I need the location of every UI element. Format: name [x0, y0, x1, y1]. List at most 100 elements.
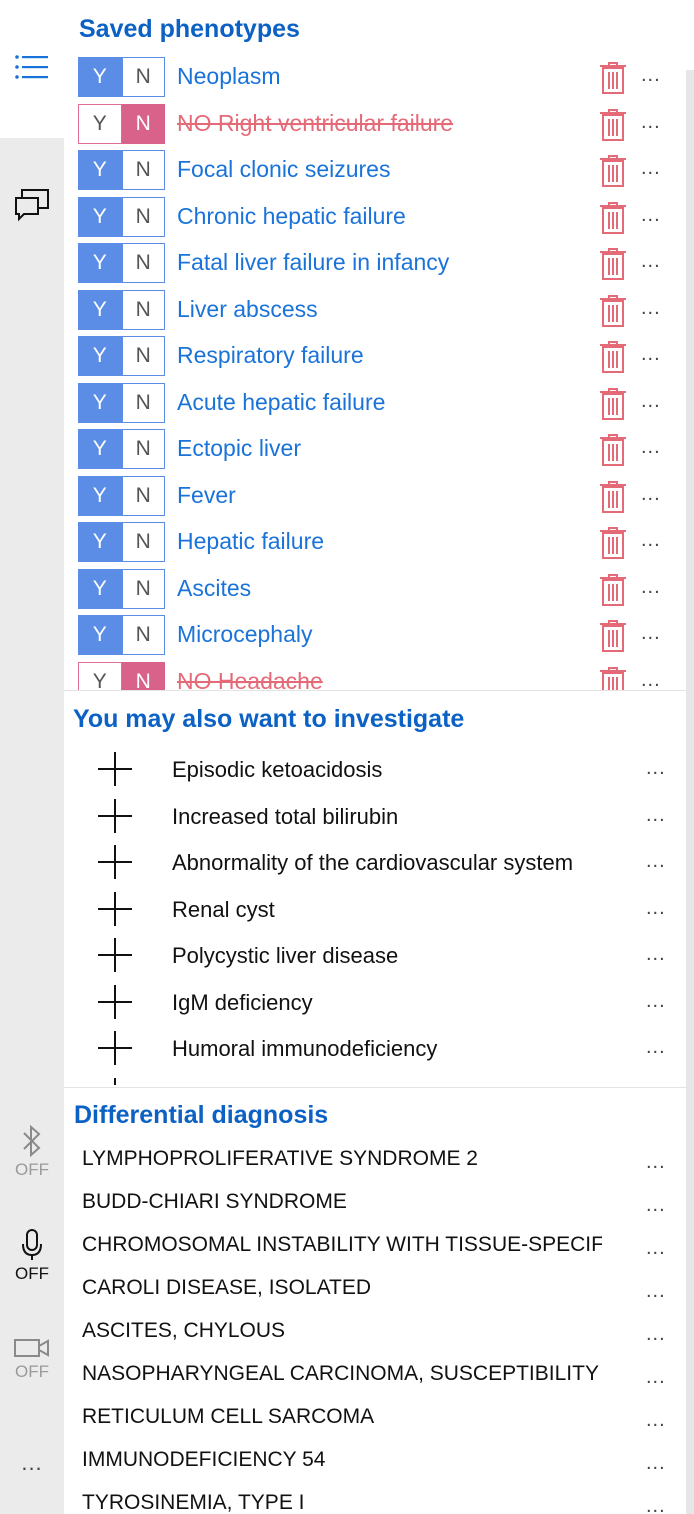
- yes-no-toggle[interactable]: YN: [78, 57, 165, 97]
- add-icon[interactable]: [98, 798, 132, 833]
- more-options-button[interactable]: ...: [641, 484, 661, 504]
- chat-button[interactable]: [0, 188, 64, 222]
- no-button[interactable]: N: [121, 336, 165, 376]
- add-icon[interactable]: [98, 891, 132, 926]
- trash-icon[interactable]: [599, 154, 627, 188]
- yes-no-toggle[interactable]: YN: [78, 522, 165, 562]
- diagnosis-row[interactable]: ASCITES, CHYLOUS...: [82, 1312, 686, 1355]
- yes-button[interactable]: Y: [78, 429, 122, 469]
- phenotype-row[interactable]: Y N NO Right ventricular failure...: [78, 103, 688, 151]
- suggestion-row[interactable]: IgM deficiency...: [64, 981, 686, 1028]
- phenotype-name[interactable]: Microcephaly: [177, 621, 313, 648]
- yes-no-toggle[interactable]: YN: [78, 475, 165, 516]
- yes-button[interactable]: Y: [78, 382, 122, 423]
- add-icon[interactable]: [98, 752, 132, 786]
- diagnosis-row[interactable]: IMMUNODEFICIENCY 54...: [82, 1441, 686, 1484]
- hamburger-menu-button[interactable]: [0, 52, 64, 82]
- diagnosis-row[interactable]: CAROLI DISEASE, ISOLATED...: [82, 1269, 686, 1312]
- more-options-button[interactable]: ...: [641, 251, 661, 271]
- trash-icon[interactable]: [599, 480, 627, 514]
- more-options-button[interactable]: ...: [646, 991, 666, 1011]
- phenotype-name[interactable]: Hepatic failure: [177, 528, 324, 555]
- yes-no-toggle[interactable]: YN: [78, 568, 165, 609]
- add-icon[interactable]: [98, 1077, 132, 1085]
- phenotype-row[interactable]: Y N Chronic hepatic failure...: [78, 196, 688, 244]
- phenotype-row[interactable]: Y N NO Headache...: [78, 661, 688, 690]
- yes-button[interactable]: Y: [78, 196, 122, 237]
- yes-button[interactable]: Y: [78, 568, 122, 609]
- no-button[interactable]: N: [121, 243, 165, 283]
- more-options-button[interactable]: ...: [641, 298, 661, 318]
- suggestion-row[interactable]: Abnormality of the cardiovascular system…: [64, 841, 686, 888]
- more-options-button[interactable]: ...: [646, 1367, 666, 1387]
- add-icon[interactable]: [98, 1031, 132, 1065]
- more-options-button[interactable]: ...: [646, 1324, 666, 1344]
- no-button[interactable]: N: [121, 615, 165, 655]
- suggestion-row[interactable]: Renal cyst...: [64, 888, 686, 935]
- diagnosis-row[interactable]: NASOPHARYNGEAL CARCINOMA, SUSCEPTIBILITY…: [82, 1355, 686, 1398]
- yes-no-toggle[interactable]: YN: [78, 196, 165, 237]
- yes-button[interactable]: Y: [78, 57, 122, 97]
- more-options-button[interactable]: ...: [646, 1195, 666, 1215]
- phenotype-row[interactable]: Y N Acute hepatic failure...: [78, 382, 688, 430]
- more-options-button[interactable]: ...: [646, 1281, 666, 1301]
- more-options-button[interactable]: ...: [641, 577, 661, 597]
- suggestion-row[interactable]: [64, 1074, 686, 1085]
- yes-button[interactable]: Y: [78, 103, 122, 144]
- yes-no-toggle[interactable]: YN: [78, 103, 165, 144]
- phenotype-row[interactable]: Y N Ascites...: [78, 568, 688, 616]
- phenotype-row[interactable]: Y N Liver abscess...: [78, 289, 688, 337]
- more-options-button[interactable]: ...: [641, 158, 661, 178]
- yes-no-toggle[interactable]: YN: [78, 336, 165, 376]
- add-icon[interactable]: [98, 984, 132, 1019]
- camera-toggle[interactable]: OFF: [0, 1336, 64, 1382]
- more-options-button[interactable]: ...: [641, 65, 661, 85]
- yes-button[interactable]: Y: [78, 661, 122, 690]
- no-button[interactable]: N: [121, 568, 165, 609]
- yes-button[interactable]: Y: [78, 336, 122, 376]
- more-options-button[interactable]: ...: [646, 851, 666, 871]
- yes-button[interactable]: Y: [78, 150, 122, 190]
- more-options-button[interactable]: ...: [646, 944, 666, 964]
- add-icon[interactable]: [98, 845, 132, 879]
- phenotype-row[interactable]: Y N Neoplasm...: [78, 57, 688, 104]
- more-options-button[interactable]: ...: [641, 344, 661, 364]
- yes-no-toggle[interactable]: YN: [78, 382, 165, 423]
- suggestion-row[interactable]: Humoral immunodeficiency...: [64, 1027, 686, 1074]
- bluetooth-toggle[interactable]: OFF: [0, 1124, 64, 1180]
- more-options-button[interactable]: ...: [641, 437, 661, 457]
- no-button[interactable]: N: [121, 661, 165, 690]
- phenotype-row[interactable]: Y N Respiratory failure...: [78, 336, 688, 383]
- diagnosis-row[interactable]: BUDD-CHIARI SYNDROME...: [82, 1183, 686, 1226]
- no-button[interactable]: N: [121, 289, 165, 330]
- suggestion-row[interactable]: Polycystic liver disease...: [64, 934, 686, 981]
- rail-more-button[interactable]: ...: [0, 1452, 64, 1474]
- phenotype-name[interactable]: Neoplasm: [177, 63, 281, 90]
- yes-no-toggle[interactable]: YN: [78, 429, 165, 469]
- more-options-button[interactable]: ...: [641, 530, 661, 550]
- phenotype-name[interactable]: Acute hepatic failure: [177, 389, 385, 416]
- phenotype-name[interactable]: Ascites: [177, 575, 251, 602]
- trash-icon[interactable]: [599, 387, 627, 421]
- more-options-button[interactable]: ...: [641, 670, 661, 690]
- no-button[interactable]: N: [121, 429, 165, 469]
- more-options-button[interactable]: ...: [646, 1453, 666, 1473]
- yes-no-toggle[interactable]: YN: [78, 243, 165, 283]
- phenotype-name[interactable]: Liver abscess: [177, 296, 318, 323]
- suggestion-row[interactable]: Episodic ketoacidosis...: [64, 748, 686, 795]
- more-options-button[interactable]: ...: [646, 805, 666, 825]
- no-button[interactable]: N: [121, 150, 165, 190]
- phenotype-name[interactable]: Fatal liver failure in infancy: [177, 249, 449, 276]
- phenotype-name[interactable]: Respiratory failure: [177, 342, 364, 369]
- more-options-button[interactable]: ...: [646, 1238, 666, 1258]
- trash-icon[interactable]: [599, 526, 627, 560]
- diagnosis-row[interactable]: TYROSINEMIA, TYPE I...: [82, 1484, 686, 1514]
- no-button[interactable]: N: [121, 522, 165, 562]
- phenotype-row[interactable]: Y N Focal clonic seizures...: [78, 150, 688, 197]
- trash-icon[interactable]: [599, 294, 627, 328]
- more-options-button[interactable]: ...: [641, 205, 661, 225]
- more-options-button[interactable]: ...: [641, 623, 661, 643]
- trash-icon[interactable]: [599, 340, 627, 374]
- yes-no-toggle[interactable]: YN: [78, 150, 165, 190]
- more-options-button[interactable]: ...: [646, 1037, 666, 1057]
